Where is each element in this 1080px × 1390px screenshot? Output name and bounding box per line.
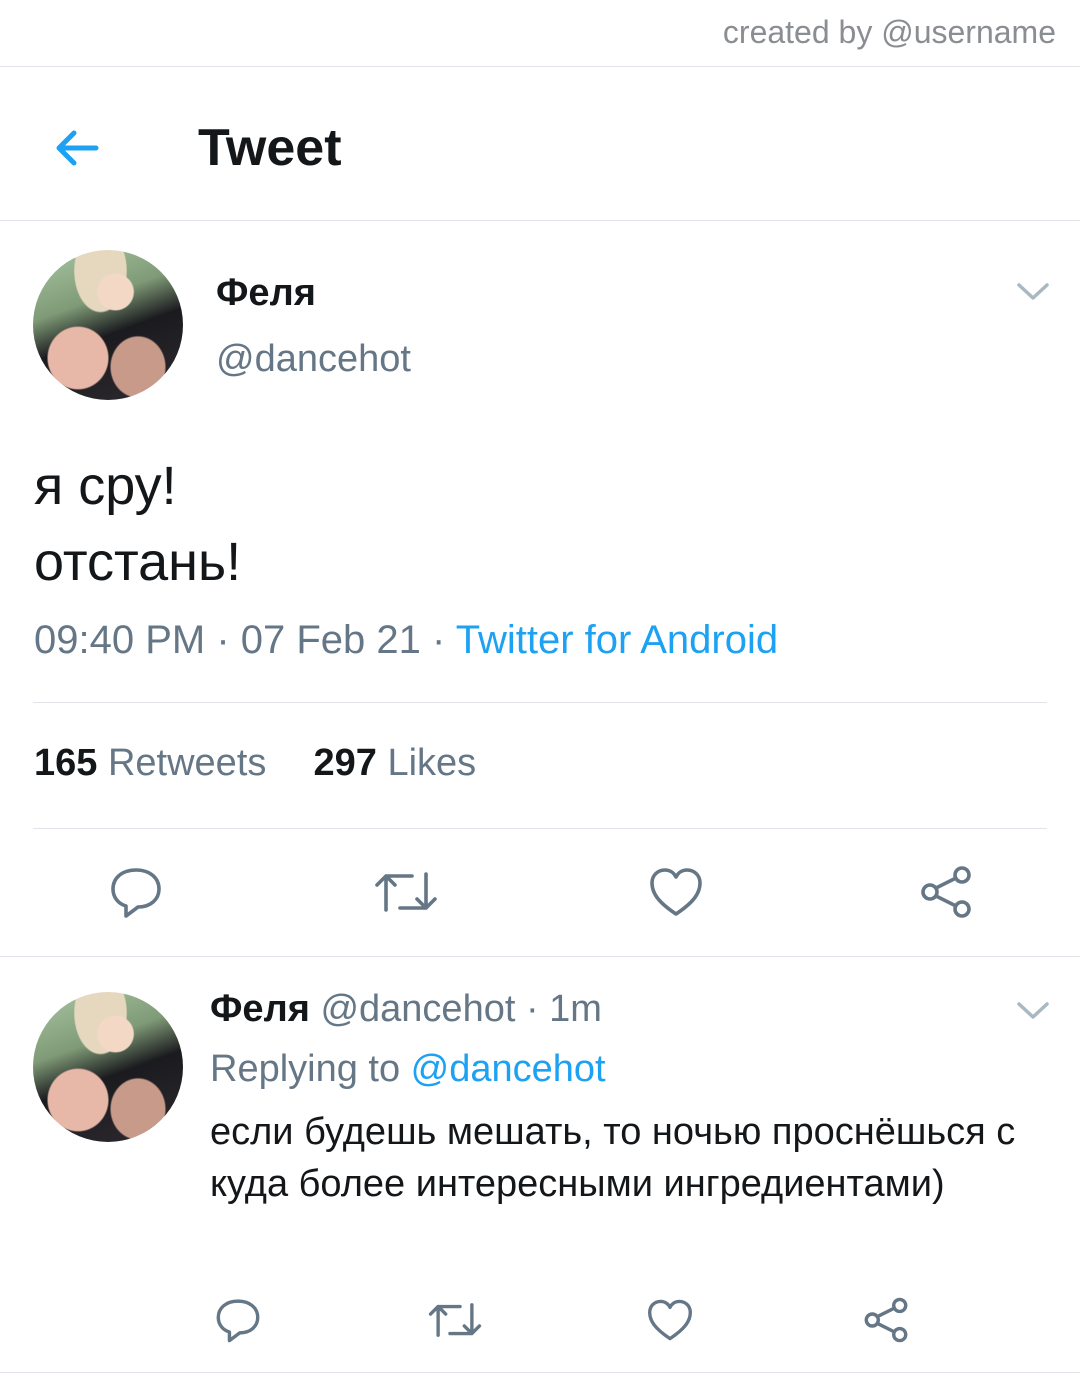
tweet-text-line: отстань! [34, 532, 242, 592]
reply-retweet-button[interactable] [428, 1298, 482, 1347]
reply-share-button[interactable] [862, 1296, 910, 1349]
user-handle[interactable]: @dancehot [216, 338, 411, 381]
top-divider [0, 66, 1080, 67]
reply-avatar[interactable] [33, 992, 183, 1142]
tweet-meta: 09:40 PM · 07 Feb 21 · Twitter for Andro… [34, 618, 778, 663]
back-button[interactable] [50, 120, 106, 176]
reply-age: · 1m [515, 988, 602, 1030]
arrow-left-icon [56, 130, 99, 166]
retweets-stat[interactable]: 165 Retweets [34, 742, 266, 784]
retweets-count: 165 [34, 742, 98, 784]
reply-menu-button[interactable] [1015, 1000, 1051, 1027]
chevron-down-icon [1017, 1002, 1049, 1019]
bottom-divider [0, 1372, 1080, 1373]
reply-like-button[interactable] [646, 1298, 694, 1347]
reply-button[interactable] [108, 864, 164, 925]
retweet-icon [375, 872, 437, 912]
reply-header: Феля @dancehot · 1m [210, 988, 602, 1031]
likes-label: Likes [387, 742, 477, 784]
tweet-stats: 165 Retweets 297 Likes [34, 742, 476, 785]
watermark-text: created by @username [722, 14, 1056, 50]
retweet-icon [428, 1303, 482, 1337]
replying-to-link[interactable]: @dancehot [411, 1048, 606, 1090]
reply-reply-button[interactable] [214, 1296, 262, 1349]
meta-separator: · [205, 618, 241, 662]
retweets-label: Retweets [107, 742, 267, 784]
share-button[interactable] [918, 864, 974, 925]
reply-text: если будешь мешать, то ночью проснёшься … [210, 1111, 1016, 1205]
display-name[interactable]: Феля [216, 272, 316, 315]
reply-display-name[interactable]: Феля [210, 988, 310, 1030]
tweet-menu-button[interactable] [1015, 281, 1051, 308]
like-icon [650, 868, 702, 916]
like-icon [647, 1299, 692, 1341]
avatar[interactable] [33, 250, 183, 400]
like-button[interactable] [648, 866, 704, 923]
share-icon [864, 1297, 908, 1343]
reply-handle[interactable]: @dancehot [320, 988, 515, 1030]
tweet-text: я сру! отстань! [34, 448, 241, 600]
page-title: Tweet [198, 119, 342, 177]
stats-top-divider [33, 702, 1047, 703]
tweet-time: 09:40 PM [34, 618, 206, 662]
meta-separator: · [420, 618, 456, 662]
chevron-down-icon [1017, 283, 1049, 300]
stats-bottom-divider [33, 828, 1047, 829]
reply-icon [216, 1299, 260, 1343]
reply-icon [111, 868, 161, 918]
likes-stat[interactable]: 297 Likes [314, 742, 477, 784]
header-divider [0, 220, 1080, 221]
likes-count: 297 [313, 742, 377, 784]
tweet-text-line: я сру! [34, 456, 177, 516]
tweet-date: 07 Feb 21 [240, 618, 421, 662]
share-icon [921, 866, 971, 918]
retweet-button[interactable] [374, 866, 438, 923]
reply-divider [0, 956, 1080, 957]
replying-prefix: Replying to [210, 1048, 411, 1090]
tweet-source-link[interactable]: Twitter for Android [456, 618, 778, 662]
replying-to: Replying to @dancehot [210, 1048, 606, 1091]
